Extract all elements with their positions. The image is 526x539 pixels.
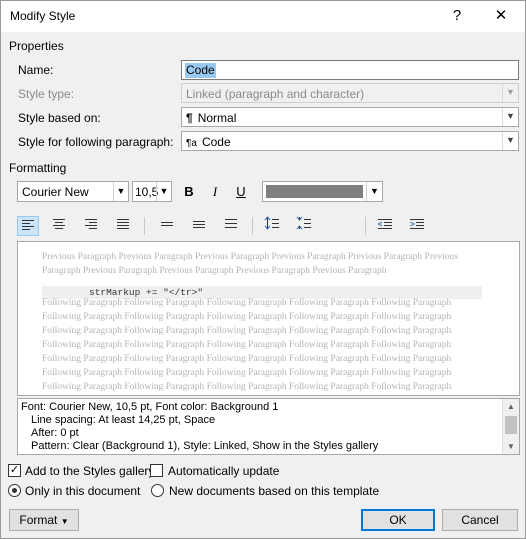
toolbar-divider: [365, 217, 366, 235]
increase-spacing-icon: [264, 216, 279, 230]
font-name-value: Courier New: [22, 185, 89, 199]
underline-button[interactable]: U: [230, 182, 252, 202]
based-on-value: Normal: [197, 111, 237, 125]
style-preview: Previous Paragraph Previous Paragraph Pr…: [17, 241, 520, 396]
preview-following-line: Following Paragraph Following Paragraph …: [42, 312, 452, 322]
description-line: Font: Courier New, 10,5 pt, Font color: …: [21, 401, 279, 413]
style-type-label: Style type:: [18, 87, 75, 101]
add-to-gallery-checkbox[interactable]: ✓: [8, 464, 21, 477]
preview-following-line: Following Paragraph Following Paragraph …: [42, 354, 452, 364]
font-size-value: 10,5: [135, 185, 159, 199]
new-documents-label[interactable]: New documents based on this template: [169, 484, 379, 498]
toolbar-divider: [144, 217, 145, 235]
font-size-select[interactable]: 10,5 ▼: [132, 181, 172, 202]
align-left-icon: [22, 220, 34, 230]
description-line: After: 0 pt: [31, 427, 79, 439]
decrease-indent-button[interactable]: [374, 216, 396, 236]
font-name-select[interactable]: Courier New ▼: [17, 181, 129, 202]
formatting-heading: Formatting: [9, 161, 67, 175]
increase-indent-icon: [410, 219, 424, 229]
paragraph-style-icon: ¶: [186, 111, 193, 125]
based-on-select[interactable]: ¶ Normal ▼: [181, 107, 519, 127]
chevron-down-icon[interactable]: ▼: [156, 182, 171, 201]
align-center-button[interactable]: [48, 216, 70, 236]
preview-following-line: Following Paragraph Following Paragraph …: [42, 368, 452, 378]
toolbar-divider: [252, 217, 253, 235]
scroll-thumb[interactable]: [505, 416, 517, 434]
name-value: Code: [185, 63, 216, 78]
chevron-down-icon[interactable]: ▼: [113, 182, 128, 201]
scroll-up-icon[interactable]: ▲: [503, 399, 519, 414]
auto-update-checkbox[interactable]: [150, 464, 163, 477]
align-center-icon: [53, 219, 65, 229]
close-icon[interactable]: ✕: [486, 5, 516, 27]
help-icon[interactable]: ?: [442, 5, 472, 27]
single-spacing-button[interactable]: [156, 216, 178, 236]
only-this-document-radio[interactable]: [8, 484, 21, 497]
space-after-button[interactable]: [293, 216, 315, 236]
chevron-down-icon[interactable]: ▼: [366, 182, 382, 201]
format-button[interactable]: Format ▼: [9, 509, 79, 531]
single-spacing-icon: [161, 222, 173, 226]
add-to-gallery-label[interactable]: Add to the Styles gallery: [25, 464, 154, 478]
description-line: Line spacing: At least 14,25 pt, Space: [31, 414, 216, 426]
format-button-label: Format: [19, 513, 58, 527]
title-bar: Modify Style ? ✕: [1, 1, 525, 32]
align-right-button[interactable]: [80, 216, 102, 236]
properties-heading: Properties: [9, 39, 64, 53]
italic-button[interactable]: I: [204, 182, 226, 202]
bold-button[interactable]: B: [178, 182, 200, 202]
chevron-down-icon: ▼: [502, 84, 518, 102]
scroll-down-icon[interactable]: ▼: [503, 439, 519, 454]
align-right-icon: [85, 219, 97, 229]
following-label: Style for following paragraph:: [18, 135, 174, 149]
preview-previous-line: Previous Paragraph Previous Paragraph Pr…: [42, 252, 458, 262]
double-spacing-icon: [225, 219, 237, 228]
description-scrollbar[interactable]: ▲ ▼: [502, 399, 519, 454]
name-label: Name:: [18, 63, 54, 77]
preview-following-line: Following Paragraph Following Paragraph …: [42, 340, 452, 350]
one-half-spacing-button[interactable]: [188, 216, 210, 236]
decrease-spacing-icon: [296, 216, 311, 230]
double-spacing-button[interactable]: [220, 216, 242, 236]
increase-indent-button[interactable]: [406, 216, 428, 236]
align-left-button[interactable]: [17, 216, 39, 236]
font-color-swatch: [266, 185, 363, 198]
preview-following-line: Following Paragraph Following Paragraph …: [42, 382, 452, 392]
chevron-down-icon[interactable]: ▼: [502, 108, 518, 126]
dropdown-arrow-icon: ▼: [60, 517, 69, 526]
new-documents-radio[interactable]: [151, 484, 164, 497]
font-color-select[interactable]: ▼: [262, 181, 383, 202]
dialog-title: Modify Style: [10, 9, 76, 23]
modify-style-dialog: Modify Style ? ✕ Properties Name: Code S…: [0, 0, 526, 539]
style-description: Font: Courier New, 10,5 pt, Font color: …: [17, 398, 520, 455]
following-select[interactable]: ¶a Code ▼: [181, 131, 519, 151]
ok-button[interactable]: OK: [361, 509, 435, 531]
justify-icon: [117, 219, 129, 229]
based-on-label: Style based on:: [18, 111, 101, 125]
decrease-indent-icon: [377, 219, 392, 229]
justify-button[interactable]: [112, 216, 134, 236]
auto-update-label[interactable]: Automatically update: [168, 464, 279, 478]
style-type-value: Linked (paragraph and character): [186, 87, 365, 101]
space-before-button[interactable]: [261, 216, 283, 236]
description-line: Pattern: Clear (Background 1), Style: Li…: [31, 440, 379, 452]
style-type-select: Linked (paragraph and character) ▼: [181, 83, 519, 103]
following-value: Code: [201, 135, 231, 149]
preview-following-line: Following Paragraph Following Paragraph …: [42, 298, 452, 308]
preview-following-line: Following Paragraph Following Paragraph …: [42, 326, 452, 336]
preview-previous-line: Paragraph Previous Paragraph Previous Pa…: [42, 266, 387, 276]
radio-selected-dot: [12, 488, 17, 493]
chevron-down-icon[interactable]: ▼: [502, 132, 518, 150]
linked-style-icon: ¶a: [186, 138, 197, 149]
one-half-spacing-icon: [193, 221, 205, 228]
name-field[interactable]: Code: [181, 60, 519, 80]
only-this-document-label[interactable]: Only in this document: [25, 484, 140, 498]
cancel-button[interactable]: Cancel: [442, 509, 518, 531]
